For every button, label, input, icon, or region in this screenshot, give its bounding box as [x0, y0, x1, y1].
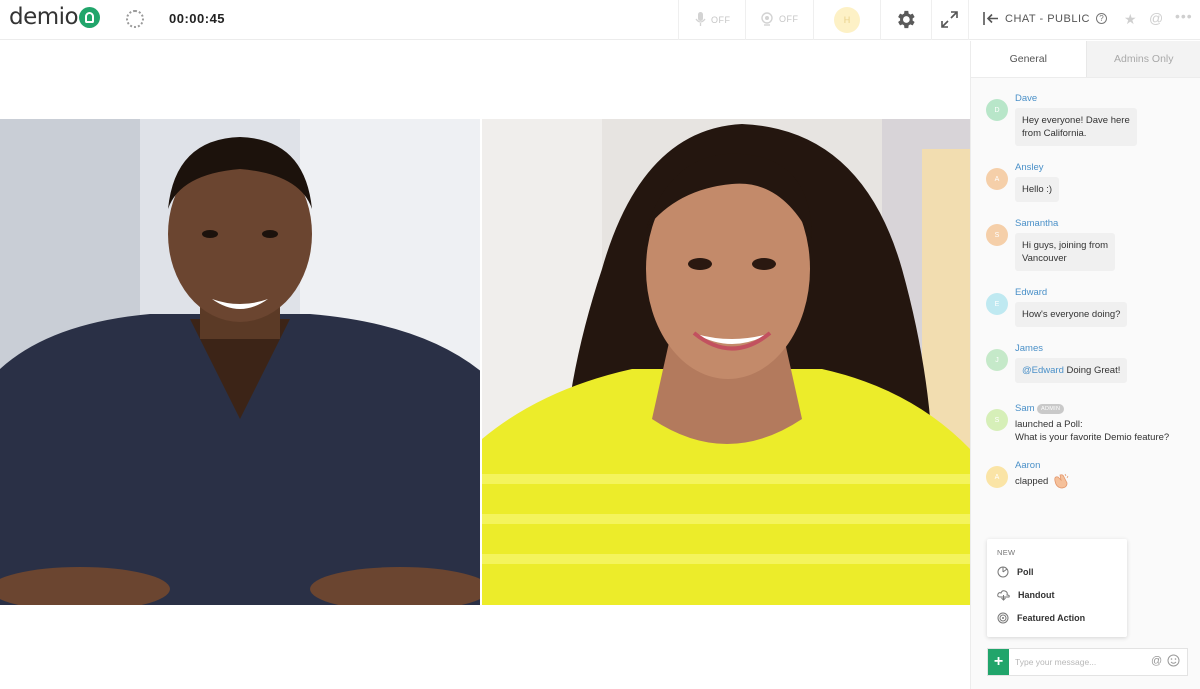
- menu-item-label: Poll: [1017, 567, 1034, 577]
- help-icon[interactable]: ?: [1095, 13, 1107, 24]
- microphone-status: OFF: [711, 14, 731, 25]
- message-text: How's everyone doing?: [1022, 309, 1121, 320]
- author-name[interactable]: Edward: [1015, 287, 1047, 298]
- admin-badge: ADMIN: [1037, 404, 1065, 414]
- avatar: A: [986, 466, 1008, 488]
- microphone-icon: [695, 12, 706, 26]
- message-bubble: @Edward Doing Great!: [1015, 358, 1128, 383]
- tab-general[interactable]: General: [971, 41, 1086, 77]
- divider: [678, 0, 679, 40]
- message-text: from California.: [1022, 128, 1087, 139]
- new-item-menu: NEW Poll Handout Featured Action: [987, 539, 1127, 637]
- divider: [745, 0, 746, 40]
- message-composer: + @: [987, 648, 1188, 676]
- avatar: A: [986, 168, 1008, 190]
- demio-logo: demio: [9, 4, 101, 30]
- author-name[interactable]: Samantha: [1015, 218, 1058, 229]
- user-avatar[interactable]: H: [834, 7, 860, 33]
- camera-toggle[interactable]: OFF: [760, 12, 799, 26]
- menu-item-handout[interactable]: Handout: [997, 589, 1055, 601]
- settings-button[interactable]: [894, 8, 917, 36]
- avatar: E: [986, 293, 1008, 315]
- presenter-1-image: [0, 119, 480, 605]
- tab-admins-only[interactable]: Admins Only: [1085, 41, 1200, 77]
- microphone-toggle[interactable]: OFF: [695, 12, 731, 27]
- session-timer: 00:00:45: [169, 11, 226, 26]
- message-bubble: Hello :): [1015, 177, 1060, 202]
- mention-icon[interactable]: @: [1151, 655, 1162, 667]
- chat-panel: General Admins Only D Dave Hey everyone!…: [970, 41, 1200, 689]
- mention-link[interactable]: @Edward: [1022, 365, 1064, 376]
- logo-badge-icon: [79, 6, 101, 28]
- author-name[interactable]: Sam: [1015, 403, 1035, 414]
- message-bubble: Hi guys, joining from Vancouver: [1015, 233, 1116, 271]
- clap-icon: [1054, 473, 1069, 489]
- author-name[interactable]: Ansley: [1015, 162, 1044, 173]
- expand-icon: [941, 11, 958, 28]
- poll-link[interactable]: What is your favorite Demio feature?: [1015, 431, 1169, 444]
- message-text: Hi guys, joining from: [1022, 240, 1109, 251]
- message-input[interactable]: [1015, 654, 1145, 670]
- avatar: S: [986, 224, 1008, 246]
- cloud-download-icon: [997, 590, 1010, 601]
- gear-icon: [898, 10, 915, 29]
- menu-heading: NEW: [997, 548, 1016, 557]
- message-text: Hello :): [1022, 184, 1053, 195]
- menu-item-featured-action[interactable]: Featured Action: [997, 612, 1085, 624]
- message-text: Doing Great!: [1063, 365, 1121, 376]
- video-stage: [0, 41, 970, 689]
- emoji-icon[interactable]: [1167, 654, 1180, 667]
- chat-title: CHAT - PUBLIC: [1005, 12, 1090, 25]
- target-icon: [997, 612, 1009, 624]
- avatar: J: [986, 349, 1008, 371]
- divider: [931, 0, 932, 40]
- message-text: launched a Poll:: [1015, 419, 1083, 430]
- message-bubble: Hey everyone! Dave here from California.: [1015, 108, 1137, 146]
- message-text: Hey everyone! Dave here: [1022, 115, 1130, 126]
- logo-text: demio: [9, 4, 79, 30]
- divider: [813, 0, 814, 40]
- add-button[interactable]: +: [988, 649, 1009, 675]
- connection-status-icon: [126, 10, 144, 28]
- chat-header[interactable]: CHAT - PUBLIC ?: [983, 12, 1107, 25]
- menu-item-poll[interactable]: Poll: [997, 566, 1034, 578]
- message-bubble: How's everyone doing?: [1015, 302, 1128, 327]
- fullscreen-button[interactable]: [941, 11, 958, 33]
- camera-status: OFF: [779, 14, 799, 24]
- collapse-panel-icon: [983, 12, 998, 25]
- menu-item-label: Handout: [1018, 590, 1055, 600]
- avatar: S: [986, 409, 1008, 431]
- divider: [880, 0, 881, 40]
- message-text: Vancouver: [1022, 253, 1067, 264]
- more-options-icon[interactable]: •••: [1175, 8, 1193, 24]
- author-name[interactable]: Aaron: [1015, 460, 1040, 471]
- mention-icon[interactable]: @: [1149, 10, 1163, 26]
- presenter-2-image: [482, 119, 970, 605]
- menu-item-label: Featured Action: [1017, 613, 1086, 623]
- top-bar: demio 00:00:45 OFF OFF H CHAT - PUBLIC ?…: [0, 0, 1200, 40]
- message-text: clapped: [1015, 476, 1049, 487]
- author-name[interactable]: Dave: [1015, 93, 1037, 104]
- avatar: D: [986, 99, 1008, 121]
- star-icon[interactable]: ★: [1124, 11, 1137, 28]
- webcam-icon: [761, 12, 773, 26]
- chat-tabs: General Admins Only: [971, 41, 1200, 78]
- video-feed-presenter-1: [0, 119, 480, 605]
- poll-icon: [997, 566, 1009, 578]
- author-name[interactable]: James: [1015, 343, 1043, 354]
- divider: [968, 0, 969, 40]
- video-feed-presenter-2: [482, 119, 970, 605]
